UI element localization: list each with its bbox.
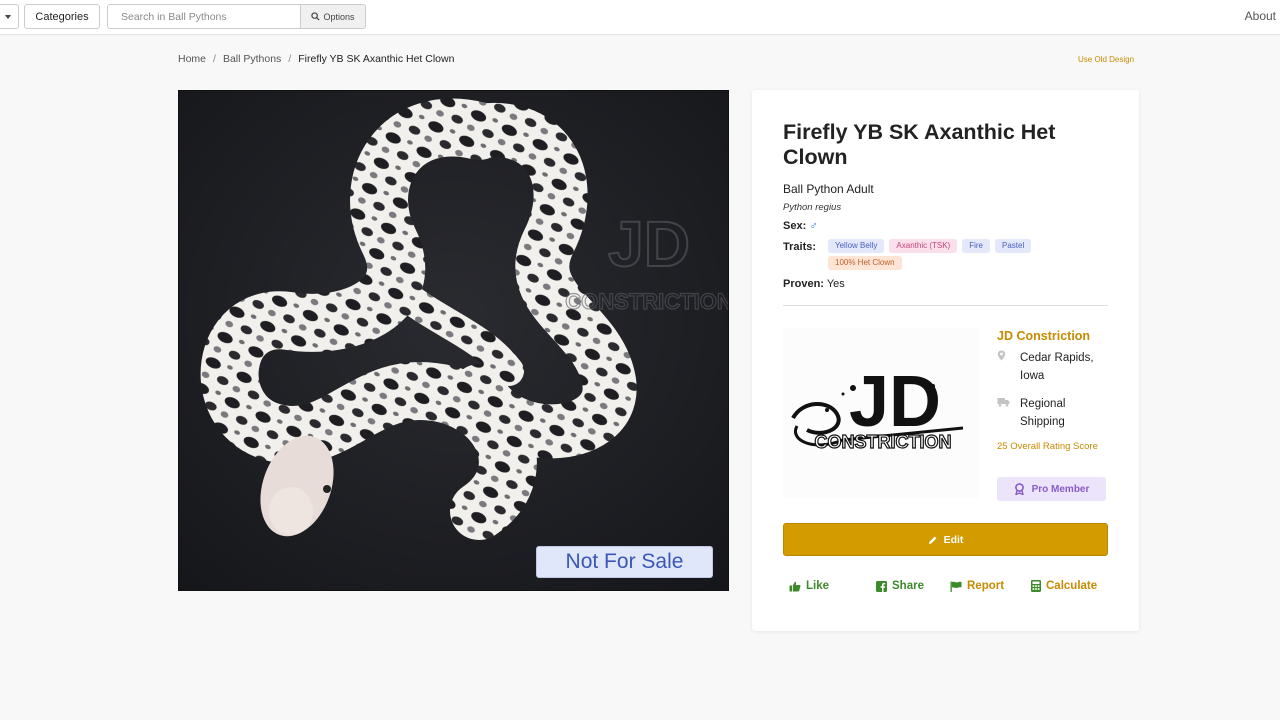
- like-button[interactable]: Like: [789, 580, 829, 592]
- pro-member-label: Pro Member: [1031, 483, 1090, 495]
- options-label: Options: [323, 11, 355, 22]
- proven-label: Proven:: [783, 278, 824, 290]
- species-latin-name: Python regius: [783, 202, 842, 213]
- trait-tag[interactable]: Fire: [962, 239, 990, 253]
- breadcrumb-separator: /: [213, 53, 216, 65]
- pencil-icon: [928, 536, 937, 544]
- seller-name-link[interactable]: JD Constriction: [997, 329, 1090, 343]
- map-pin-icon: [997, 349, 1008, 385]
- search-options-button[interactable]: Options: [301, 4, 366, 29]
- flag-icon: [950, 581, 962, 592]
- categories-button[interactable]: Categories: [24, 4, 100, 29]
- report-button[interactable]: Report: [950, 580, 1004, 592]
- listing-subtitle: Ball Python Adult: [783, 182, 874, 196]
- proven-value: Yes: [826, 278, 845, 290]
- edit-button[interactable]: Edit: [783, 523, 1108, 556]
- listing-title: Firefly YB SK Axanthic Het Clown: [783, 120, 1056, 169]
- pro-member-badge: Pro Member: [997, 477, 1106, 501]
- report-label: Report: [967, 580, 1005, 592]
- facebook-icon: [876, 580, 887, 592]
- zoom-icon: [311, 12, 321, 21]
- proven-row: Proven: Yes: [783, 278, 845, 290]
- sex-row: Sex: ♂: [783, 220, 818, 232]
- seller-logo-image: JD CONSTRICTION: [791, 362, 964, 453]
- seller-rating[interactable]: 25 Overall Rating Score: [997, 440, 1107, 454]
- share-label: Share: [892, 580, 924, 592]
- thumbs-up-icon: [789, 581, 801, 591]
- logo-jd-text: JD: [849, 362, 941, 442]
- seller-logo[interactable]: JD CONSTRICTION: [783, 328, 979, 498]
- breadcrumb-separator: /: [288, 53, 292, 65]
- seller-shipping-text: Regional Shipping: [1020, 398, 1066, 428]
- caret-down-icon: [5, 15, 11, 19]
- seller-shipping: Regional Shipping: [997, 395, 1100, 431]
- calculator-icon: [1031, 580, 1041, 592]
- search-input[interactable]: [107, 4, 301, 29]
- logo-constriction-text: CONSTRICTION: [815, 432, 952, 452]
- not-for-sale-badge: Not For Sale: [536, 546, 713, 578]
- breadcrumb-home[interactable]: Home: [178, 53, 206, 65]
- like-label: Like: [806, 580, 830, 592]
- breadcrumb: Home / Ball Pythons / Firefly YB SK Axan…: [178, 53, 454, 65]
- nav-about-link[interactable]: About: [1245, 9, 1276, 23]
- trait-tag[interactable]: Axanthic (TSK): [889, 239, 958, 253]
- award-icon: [1014, 483, 1024, 495]
- top-navbar: Categories Options About: [0, 0, 1280, 35]
- use-old-design-link[interactable]: Use Old Design: [1078, 55, 1134, 64]
- share-button[interactable]: Share: [876, 580, 924, 592]
- edit-label: Edit: [943, 533, 964, 546]
- truck-icon: [997, 395, 1010, 431]
- breadcrumb-ball-pythons[interactable]: Ball Pythons: [223, 53, 281, 65]
- action-bar: Like Share Report Calculate: [783, 580, 1108, 598]
- traits-label: Traits:: [783, 241, 817, 253]
- breadcrumb-current: Firefly YB SK Axanthic Het Clown: [298, 53, 455, 65]
- seller-location-text: Cedar Rapids, Iowa: [1020, 352, 1094, 382]
- trait-tag[interactable]: Pastel: [994, 239, 1032, 253]
- watermark-constriction: CONSTRICTION: [565, 289, 729, 314]
- listing-card: Firefly YB SK Axanthic Het Clown Ball Py…: [752, 90, 1139, 631]
- male-icon: ♂: [809, 220, 818, 232]
- calculate-button[interactable]: Calculate: [1031, 580, 1097, 592]
- sex-label: Sex:: [783, 220, 807, 232]
- watermark-jd: JD: [608, 208, 690, 280]
- animal-photo[interactable]: JD CONSTRICTION: [178, 90, 729, 591]
- menu-dropdown[interactable]: [0, 4, 19, 29]
- trait-tag[interactable]: 100% Het Clown: [828, 256, 902, 270]
- trait-tags: Yellow Belly Axanthic (TSK) Fire Pastel …: [828, 239, 1088, 270]
- trait-tag[interactable]: Yellow Belly: [828, 239, 885, 253]
- snake-image: JD CONSTRICTION: [179, 91, 729, 590]
- calculate-label: Calculate: [1046, 580, 1098, 592]
- divider: [783, 305, 1108, 306]
- seller-location: Cedar Rapids, Iowa: [997, 349, 1112, 385]
